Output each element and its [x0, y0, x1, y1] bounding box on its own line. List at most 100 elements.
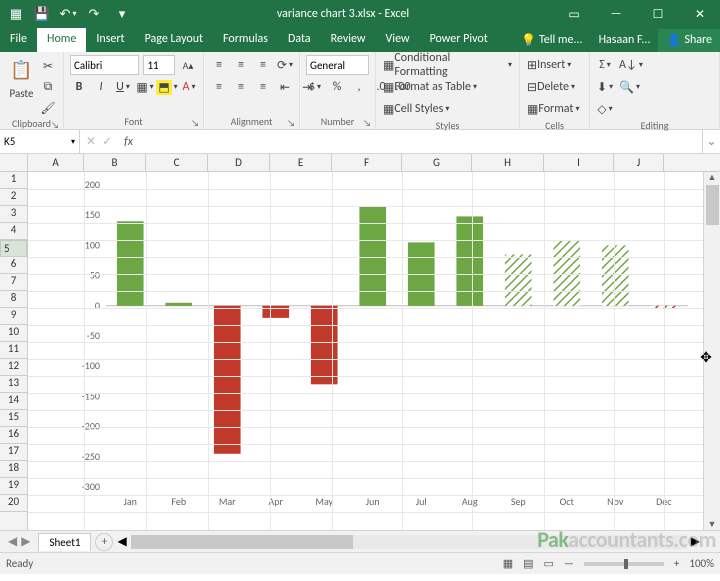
zoom-slider[interactable]	[584, 562, 664, 566]
zoom-out-button[interactable]: —	[564, 557, 574, 570]
minimize-button[interactable]: —	[596, 0, 636, 28]
scroll-up-icon[interactable]: ▲	[708, 172, 717, 183]
font-name-select[interactable]	[70, 55, 139, 75]
bold-button[interactable]: B	[70, 78, 88, 96]
column-header[interactable]: D	[208, 154, 270, 171]
tab-page-layout[interactable]: Page Layout	[135, 28, 213, 52]
orientation-button[interactable]: ⟳▾	[276, 56, 294, 74]
zoom-level[interactable]: 100%	[689, 557, 714, 570]
variance-chart[interactable]: -300-250-200-150-100-50050100150200JanFe…	[58, 175, 698, 515]
column-header[interactable]: C	[146, 154, 208, 171]
format-painter-button[interactable]: 🖌	[39, 99, 57, 117]
share-button[interactable]: 👤Share	[658, 29, 720, 52]
column-header[interactable]: I	[544, 154, 614, 171]
fill-button[interactable]: ⬇▾	[596, 78, 614, 96]
currency-button[interactable]: $▾	[306, 78, 324, 96]
copy-button[interactable]: ⧉	[39, 78, 57, 96]
tab-review[interactable]: Review	[321, 28, 376, 52]
dialog-launcher-icon[interactable]: ↘	[51, 120, 59, 131]
row-header[interactable]: 20	[0, 495, 27, 512]
dialog-launcher-icon[interactable]: ↘	[287, 118, 295, 129]
format-cells-button[interactable]: ▦ Format▾	[526, 100, 580, 118]
fill-color-button[interactable]: ⬒▾	[158, 78, 176, 96]
row-header[interactable]: 19	[0, 478, 27, 495]
view-normal-button[interactable]: ▦	[503, 557, 513, 570]
sort-filter-button[interactable]: A↓▾	[618, 56, 644, 74]
font-color-button[interactable]: A▾	[180, 78, 198, 96]
sheet-tab-sheet1[interactable]: Sheet1	[38, 533, 91, 551]
maximize-button[interactable]: ☐	[638, 0, 678, 28]
tab-data[interactable]: Data	[278, 28, 321, 52]
tab-home[interactable]: Home	[37, 28, 86, 52]
tell-me[interactable]: 💡Tell me...	[513, 29, 591, 52]
row-header[interactable]: 6	[0, 257, 27, 274]
row-header[interactable]: 3	[0, 206, 27, 223]
cut-button[interactable]: ✂	[39, 57, 57, 75]
column-header[interactable]: E	[270, 154, 332, 171]
paste-button[interactable]: 📋 Paste	[6, 55, 37, 100]
indent-decrease-button[interactable]: ⇤	[276, 78, 294, 96]
conditional-formatting-button[interactable]: ▦ Conditional Formatting▾	[382, 56, 513, 74]
row-header[interactable]: 18	[0, 461, 27, 478]
column-header[interactable]: H	[472, 154, 544, 171]
insert-cells-button[interactable]: ⊞ Insert▾	[526, 56, 572, 74]
sheet-nav[interactable]: ◀▶	[4, 534, 34, 549]
row-header[interactable]: 11	[0, 342, 27, 359]
select-all-corner[interactable]	[0, 154, 28, 171]
row-header[interactable]: 9	[0, 308, 27, 325]
row-header[interactable]: 16	[0, 427, 27, 444]
number-format-select[interactable]	[306, 55, 369, 75]
find-select-button[interactable]: 🔍▾	[618, 78, 641, 96]
column-header[interactable]: F	[332, 154, 402, 171]
row-header[interactable]: 12	[0, 359, 27, 376]
fx-icon[interactable]: fx	[118, 130, 139, 153]
view-layout-button[interactable]: ▤	[523, 557, 533, 570]
horizontal-scrollbar[interactable]: ◀ ▶	[117, 531, 720, 552]
column-header[interactable]: G	[402, 154, 472, 171]
account-name[interactable]: Hasaan F...	[591, 29, 659, 51]
row-header[interactable]: 10	[0, 325, 27, 342]
column-header[interactable]: A	[28, 154, 84, 171]
enter-icon[interactable]: ✓	[102, 134, 112, 149]
dialog-launcher-icon[interactable]: ↘	[191, 118, 199, 129]
percent-button[interactable]: %	[328, 78, 346, 96]
autosum-button[interactable]: Σ▾	[596, 56, 614, 74]
column-header[interactable]: B	[84, 154, 146, 171]
border-button[interactable]: ▦▾	[136, 78, 154, 96]
close-button[interactable]: ✕	[680, 0, 720, 28]
clear-button[interactable]: ◇▾	[596, 100, 614, 118]
view-pagebreak-button[interactable]: ▭	[544, 557, 554, 570]
row-header[interactable]: 5	[0, 240, 27, 257]
tab-power-pivot[interactable]: Power Pivot	[420, 28, 498, 52]
scroll-left-icon[interactable]: ◀	[117, 534, 126, 549]
align-middle-button[interactable]: ≡	[232, 56, 250, 74]
qat-customize[interactable]: ▾	[112, 4, 132, 24]
row-header[interactable]: 8	[0, 291, 27, 308]
align-bottom-button[interactable]: ≡	[254, 56, 272, 74]
row-header[interactable]: 4	[0, 223, 27, 240]
cells-canvas[interactable]: -300-250-200-150-100-50050100150200JanFe…	[28, 172, 720, 530]
underline-button[interactable]: U▾	[114, 78, 132, 96]
italic-button[interactable]: I	[92, 78, 110, 96]
font-size-select[interactable]	[143, 55, 175, 75]
grow-font-button[interactable]: A▴	[179, 56, 197, 74]
row-header[interactable]: 2	[0, 189, 27, 206]
tab-insert[interactable]: Insert	[86, 28, 134, 52]
cell-styles-button[interactable]: ▦ Cell Styles▾	[382, 100, 450, 118]
align-center-button[interactable]: ≡	[232, 78, 250, 96]
row-header[interactable]: 15	[0, 410, 27, 427]
row-header[interactable]: 1	[0, 172, 27, 189]
save-button[interactable]: 💾	[32, 4, 52, 24]
dialog-launcher-icon[interactable]: ↘	[363, 118, 371, 129]
format-as-table-button[interactable]: ▦ Format as Table▾	[382, 78, 478, 96]
row-header[interactable]: 13	[0, 376, 27, 393]
align-top-button[interactable]: ≡	[210, 56, 228, 74]
expand-formula-bar[interactable]: ⌄	[702, 130, 720, 153]
tab-file[interactable]: File	[0, 28, 37, 52]
scroll-right-icon[interactable]: ▶	[691, 534, 700, 549]
zoom-in-button[interactable]: +	[674, 557, 679, 570]
name-box[interactable]: K5▾	[0, 130, 80, 153]
align-right-button[interactable]: ≡	[254, 78, 272, 96]
align-left-button[interactable]: ≡	[210, 78, 228, 96]
undo-button[interactable]: ↶▾	[58, 4, 78, 24]
